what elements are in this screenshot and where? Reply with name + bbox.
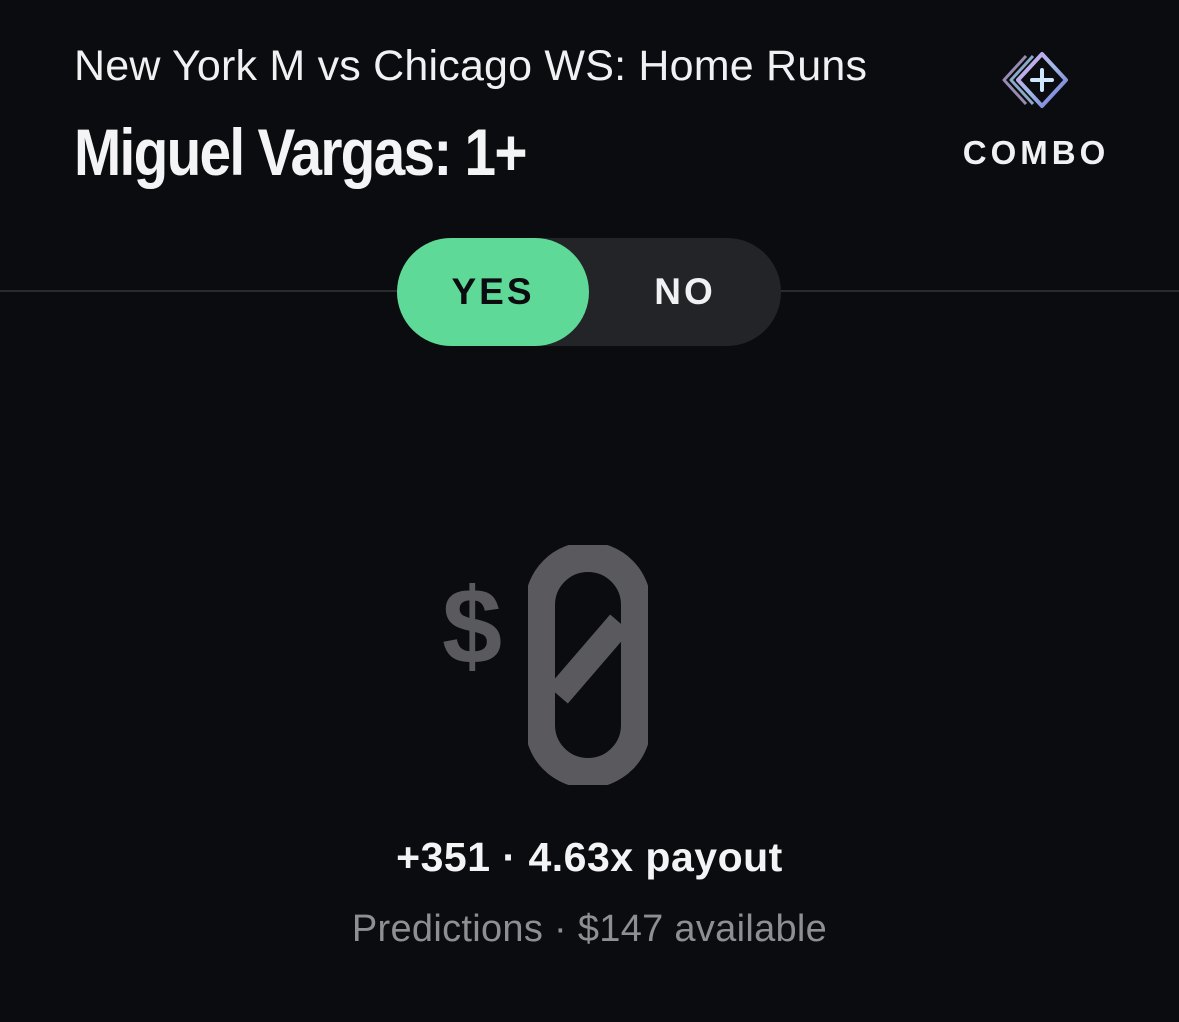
combo-button[interactable]: COMBO (960, 48, 1112, 178)
yes-no-toggle[interactable]: YES NO (397, 238, 781, 346)
currency-symbol: $ (442, 565, 503, 686)
no-option[interactable]: NO (589, 238, 781, 346)
wager-amount-text: 0 (528, 545, 529, 546)
combo-label: COMBO (962, 134, 1110, 171)
market-title: New York M vs Chicago WS: Home Runs (74, 42, 868, 90)
wager-amount-display[interactable]: $ 0 (430, 545, 690, 805)
yes-option[interactable]: YES (397, 238, 589, 346)
selection-title: Miguel Vargas: 1+ (74, 115, 528, 189)
combo-diamond-plus-icon (1002, 52, 1068, 108)
payout-info: +351 · 4.63x payout (396, 834, 783, 880)
available-balance: Predictions · $147 available (351, 908, 828, 950)
wager-amount: 0 (528, 545, 648, 785)
